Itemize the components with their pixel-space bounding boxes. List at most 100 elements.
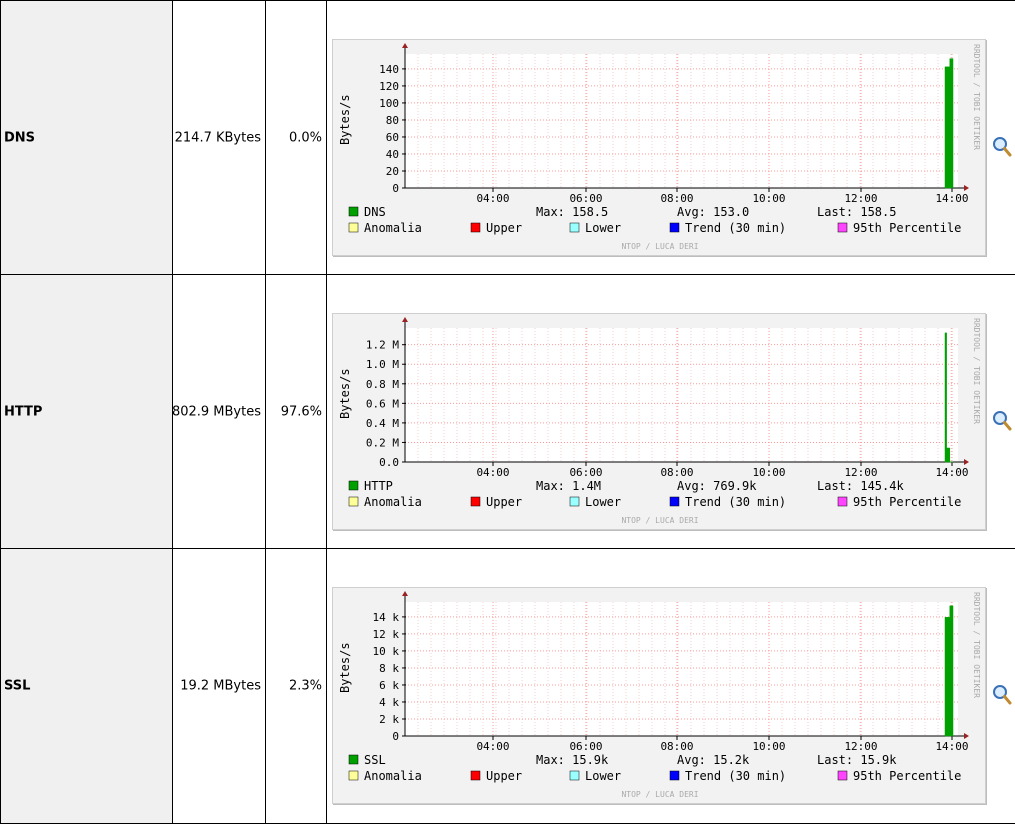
x-tick-label: 06:00 (569, 466, 602, 479)
bytes-cell: 19.2 MBytes (172, 548, 266, 824)
legend-lower-swatch (569, 222, 580, 233)
legend-trend-label: Trend (30 min) (685, 221, 786, 235)
legend-avg: Avg: 15.2k (677, 753, 750, 767)
percent-cell: 0.0% (265, 0, 327, 275)
y-axis-arrow (402, 591, 408, 596)
x-tick-label: 10:00 (752, 740, 785, 753)
legend-trend-swatch (669, 770, 680, 781)
y-tick-label: 0.4 M (366, 417, 399, 430)
graph-cell: 0 20 40 60 80 100 120 140 04:00 06:00 08:00 10:00 12… (326, 0, 1015, 275)
y-tick-label: 20 (386, 165, 399, 178)
magnifier-icon (993, 685, 1012, 705)
chart-svg: 0.0 0.2 M 0.4 M 0.6 M 0.8 M 1.0 M 1.2 M 04:00 06… (338, 317, 981, 525)
credit-right: RRDTOOL / TOBI OETIKER (972, 44, 981, 150)
legend-anomalia-swatch (348, 222, 359, 233)
y-tick-label: 10 k (373, 645, 400, 658)
x-axis-arrow (964, 185, 969, 191)
percent-cell: 2.3% (265, 548, 327, 824)
bytes-cell: 802.9 MBytes (172, 274, 266, 549)
y-tick-label: 2 k (379, 713, 399, 726)
legend-anomalia-label: Anomalia (364, 495, 422, 509)
y-axis-label: Bytes/s (338, 94, 352, 145)
graph-cell: 0 2 k 4 k 6 k 8 k 10 k 12 k 14 k 04:00 06:00 08:00… (326, 548, 1015, 824)
legend-max: Max: 15.9k (536, 753, 609, 767)
zoom-magnifier-icon[interactable] (992, 410, 1012, 432)
y-tick-label: 0.2 M (366, 436, 399, 449)
zoom-magnifier-icon[interactable] (992, 136, 1012, 158)
legend-avg: Avg: 153.0 (677, 205, 749, 219)
protocol-name: DNS (4, 130, 36, 145)
y-tick-label: 8 k (379, 662, 399, 675)
protocol-name: SSL (4, 678, 31, 694)
x-tick-label: 08:00 (660, 740, 693, 753)
legend-percentile-label: 95th Percentile (853, 221, 961, 235)
zoom-magnifier-icon[interactable] (992, 684, 1012, 706)
plot-area (405, 328, 958, 462)
legend-series-label: SSL (364, 753, 386, 767)
legend-upper-swatch (470, 222, 481, 233)
table-row: DNS 214.7 KBytes 0.0% 0 20 40 60 80 100 120 140… (0, 0, 1015, 275)
legend-lower-label: Lower (585, 221, 621, 235)
magnifier-icon (993, 411, 1012, 431)
x-tick-label: 12:00 (844, 740, 877, 753)
legend-percentile-swatch (837, 496, 848, 507)
traffic-chart: 0 2 k 4 k 6 k 8 k 10 k 12 k 14 k 04:00 06:00 08:00… (332, 587, 986, 804)
percent-value: 0.0% (288, 130, 322, 145)
percent-value: 97.6% (280, 404, 322, 419)
y-tick-label: 120 (379, 80, 399, 93)
protocol-cell: DNS (0, 0, 173, 275)
legend-upper-swatch (470, 770, 481, 781)
percent-cell: 97.6% (265, 274, 327, 549)
bytes-value: 214.7 KBytes (174, 130, 261, 145)
legend-trend-label: Trend (30 min) (685, 495, 786, 509)
x-axis-arrow (964, 459, 969, 465)
legend-lower-label: Lower (585, 769, 621, 783)
protocol-name: HTTP (4, 404, 43, 419)
credit-bottom: NTOP / LUCA DERI (621, 516, 698, 525)
legend-lower-label: Lower (585, 495, 621, 509)
protocol-traffic-table: DNS 214.7 KBytes 0.0% 0 20 40 60 80 100 120 140… (0, 0, 1015, 824)
chart-svg: 0 2 k 4 k 6 k 8 k 10 k 12 k 14 k 04:00 06:00 08:00… (338, 591, 981, 799)
legend-anomalia-swatch (348, 770, 359, 781)
y-tick-label: 0.8 M (366, 378, 399, 391)
chart-svg: 0 20 40 60 80 100 120 140 04:00 06:00 08:00 10:00 12… (338, 43, 981, 251)
x-tick-label: 04:00 (476, 740, 509, 753)
bytes-value: 802.9 MBytes (171, 404, 261, 419)
protocol-cell: SSL (0, 548, 173, 824)
legend-anomalia-label: Anomalia (364, 769, 422, 783)
y-tick-label: 1.2 M (366, 339, 399, 352)
legend-anomalia-swatch (348, 496, 359, 507)
legend-percentile-label: 95th Percentile (853, 495, 961, 509)
x-tick-label: 12:00 (844, 466, 877, 479)
legend-anomalia-label: Anomalia (364, 221, 422, 235)
series-area (944, 605, 954, 737)
x-tick-label: 08:00 (660, 466, 693, 479)
y-tick-label: 14 k (373, 611, 400, 624)
x-tick-label: 10:00 (752, 466, 785, 479)
legend-upper-swatch (470, 496, 481, 507)
legend-swatch-series (348, 206, 359, 217)
graph-cell: 0.0 0.2 M 0.4 M 0.6 M 0.8 M 1.0 M 1.2 M 04:00 06… (326, 274, 1015, 549)
legend-max: Max: 158.5 (536, 205, 608, 219)
y-axis-label: Bytes/s (338, 642, 352, 693)
y-tick-label: 1.0 M (366, 358, 399, 371)
y-tick-label: 60 (386, 131, 399, 144)
y-tick-label: 4 k (379, 696, 399, 709)
legend-series-label: HTTP (364, 479, 393, 493)
legend-swatch-series (348, 480, 359, 491)
y-axis-label: Bytes/s (338, 368, 352, 419)
y-axis-arrow (402, 43, 408, 48)
x-tick-label: 04:00 (476, 192, 509, 205)
legend-last: Last: 15.9k (817, 753, 897, 767)
y-tick-label: 0 (392, 730, 399, 743)
legend-upper-label: Upper (486, 769, 522, 783)
credit-right: RRDTOOL / TOBI OETIKER (972, 592, 981, 698)
x-tick-label: 06:00 (569, 192, 602, 205)
x-tick-label: 14:00 (935, 466, 968, 479)
legend-trend-swatch (669, 222, 680, 233)
legend-upper-label: Upper (486, 221, 522, 235)
protocol-cell: HTTP (0, 274, 173, 549)
y-tick-label: 0.6 M (366, 397, 399, 410)
x-tick-label: 12:00 (844, 192, 877, 205)
legend-max: Max: 1.4M (536, 479, 601, 493)
